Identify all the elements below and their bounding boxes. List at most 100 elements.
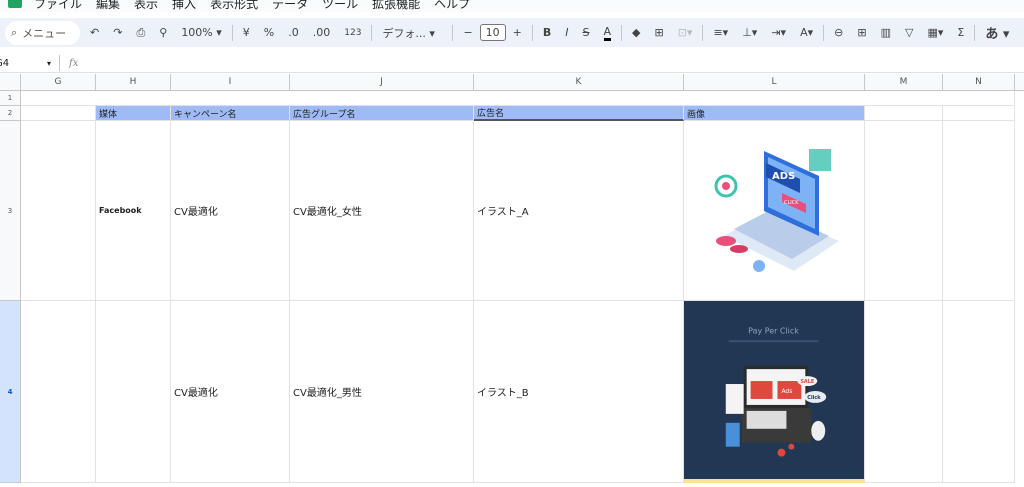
- cell-n4[interactable]: [943, 301, 1015, 483]
- corner-select-all[interactable]: [0, 74, 21, 91]
- redo-icon[interactable]: ↷: [113, 26, 122, 39]
- column-header-k[interactable]: K: [474, 74, 684, 91]
- sheets-logo: [8, 0, 22, 8]
- decrease-decimal-button[interactable]: .0: [288, 26, 299, 39]
- font-size-decrease[interactable]: −: [463, 26, 472, 39]
- ads-text: ADS: [772, 171, 795, 182]
- align-icon[interactable]: ≡▾: [713, 26, 728, 39]
- column-header-m[interactable]: M: [865, 74, 943, 91]
- menu-view[interactable]: 表示: [134, 0, 158, 12]
- cell-m2[interactable]: [865, 106, 943, 121]
- menu-help[interactable]: ヘルプ: [434, 0, 470, 12]
- zoom-value: 100%: [181, 26, 213, 39]
- divider: [823, 24, 825, 41]
- divider: [702, 24, 704, 41]
- comment-icon[interactable]: ⊞: [857, 26, 866, 39]
- bold-button[interactable]: B: [543, 26, 551, 39]
- italic-button[interactable]: I: [565, 26, 568, 39]
- cell-media-b[interactable]: [96, 301, 171, 483]
- text-rotate-icon[interactable]: A▾: [800, 26, 813, 39]
- menu-tools[interactable]: ツール: [322, 0, 358, 12]
- font-select[interactable]: デフォ... ▾: [382, 25, 442, 41]
- menu-search[interactable]: ⌕ メニュー: [5, 20, 80, 45]
- menu-format[interactable]: 表示形式: [210, 0, 258, 12]
- print-icon[interactable]: ⎙: [136, 26, 145, 40]
- column-header-n[interactable]: N: [943, 74, 1015, 91]
- menu-extensions[interactable]: 拡張機能: [372, 0, 420, 12]
- menu-insert[interactable]: 挿入: [172, 0, 196, 12]
- text-color-icon[interactable]: A: [603, 25, 612, 41]
- font-size-input[interactable]: 10: [479, 24, 506, 41]
- cell-image-a[interactable]: ADS CLICK: [684, 121, 865, 301]
- vertical-align-icon[interactable]: ⊥▾: [742, 26, 757, 39]
- ppc-click-text: Click: [807, 395, 821, 401]
- input-tools-button[interactable]: あ ▾: [985, 23, 1009, 42]
- cell-image-b[interactable]: Pay Per Click Ads SALE Click: [684, 301, 865, 483]
- column-header-l[interactable]: L: [684, 74, 865, 91]
- number-format-button[interactable]: 123: [344, 28, 361, 38]
- header-ad-group[interactable]: 広告グループ名: [290, 106, 474, 121]
- divider: [531, 24, 533, 41]
- cell-g2[interactable]: [21, 106, 96, 121]
- cell-row1[interactable]: [21, 91, 1015, 106]
- merge-cells-icon[interactable]: ⊡▾: [678, 26, 693, 39]
- link-icon[interactable]: ⊖: [834, 26, 843, 39]
- text-wrap-icon[interactable]: ⇥▾: [771, 26, 786, 39]
- name-box-dropdown-icon[interactable]: ▾: [47, 59, 51, 68]
- formula-bar: G4 ▾ fx: [0, 54, 1024, 73]
- strikethrough-icon[interactable]: S: [583, 26, 590, 39]
- cell-ad-group-b[interactable]: CV最適化_男性: [290, 301, 474, 483]
- filter-icon[interactable]: ▽: [905, 26, 913, 39]
- divider: [59, 55, 61, 71]
- cell-ad-name[interactable]: イラスト_A: [474, 121, 684, 301]
- borders-icon[interactable]: ⊞: [655, 26, 664, 39]
- sum-icon[interactable]: Σ: [957, 26, 964, 39]
- cell-g4-selected[interactable]: [21, 301, 96, 483]
- header-ad-name[interactable]: 広告名: [474, 106, 684, 121]
- divider: [371, 24, 373, 41]
- cell-m3[interactable]: [865, 121, 943, 301]
- paint-format-icon[interactable]: ⚲: [159, 26, 167, 39]
- ppc-title: Pay Per Click: [748, 326, 799, 335]
- column-header-i[interactable]: I: [171, 74, 290, 91]
- ads-illustration-image: ADS CLICK: [714, 148, 839, 272]
- cell-campaign-b[interactable]: CV最適化: [171, 301, 290, 483]
- chart-icon[interactable]: ▥: [881, 26, 891, 39]
- menu-file[interactable]: ファイル: [34, 0, 82, 12]
- row-header-3[interactable]: 3: [0, 121, 21, 301]
- column-header-h[interactable]: H: [96, 74, 171, 91]
- percent-button[interactable]: %: [264, 26, 274, 39]
- increase-decimal-button[interactable]: .00: [313, 26, 331, 39]
- header-image[interactable]: 画像: [684, 106, 865, 121]
- name-box[interactable]: G4: [0, 58, 47, 69]
- column-header-j[interactable]: J: [290, 74, 474, 91]
- column-header-o[interactable]: [1015, 74, 1024, 91]
- currency-button[interactable]: ¥: [243, 26, 250, 39]
- functions-icon[interactable]: ▦▾: [927, 26, 943, 39]
- font-size-increase[interactable]: +: [513, 26, 522, 39]
- divider: [974, 24, 976, 41]
- column-header-g[interactable]: G: [21, 74, 96, 91]
- row-header-4[interactable]: 4: [0, 301, 21, 483]
- search-label: メニュー: [22, 26, 67, 40]
- ppc-sale-text: SALE: [800, 379, 815, 385]
- row-header-1[interactable]: 1: [0, 91, 21, 106]
- cell-campaign[interactable]: CV最適化: [171, 121, 290, 301]
- cell-n2[interactable]: [943, 106, 1015, 121]
- cell-media[interactable]: Facebook: [96, 121, 171, 301]
- ppc-ads-text: Ads: [781, 388, 792, 395]
- cell-m4[interactable]: [865, 301, 943, 483]
- header-campaign[interactable]: キャンペーン名: [171, 106, 290, 121]
- cell-g3[interactable]: [21, 121, 96, 301]
- cell-ad-group[interactable]: CV最適化_女性: [290, 121, 474, 301]
- menu-edit[interactable]: 編集: [96, 0, 120, 12]
- undo-icon[interactable]: ↶: [90, 26, 99, 39]
- fx-icon: fx: [69, 57, 79, 69]
- fill-color-icon[interactable]: ◆: [632, 26, 640, 39]
- cell-n3[interactable]: [943, 121, 1015, 301]
- cell-ad-name-b[interactable]: イラスト_B: [474, 301, 684, 483]
- header-media[interactable]: 媒体: [96, 106, 171, 121]
- zoom-select[interactable]: 100% ▾: [181, 26, 221, 39]
- row-header-2[interactable]: 2: [0, 106, 21, 121]
- menu-data[interactable]: データ: [272, 0, 308, 12]
